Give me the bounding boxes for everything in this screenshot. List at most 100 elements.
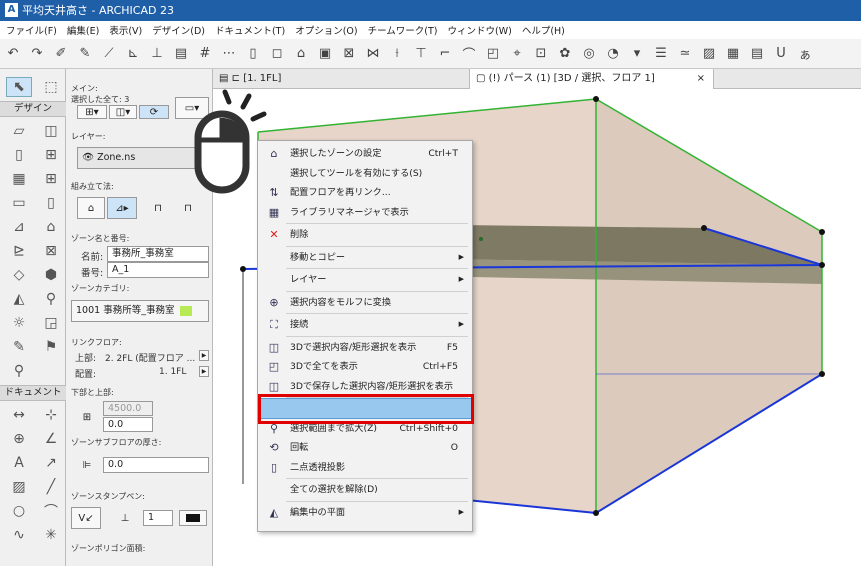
vertex-point[interactable] <box>593 96 599 102</box>
cursor-snap-icon[interactable]: ◻ <box>268 45 286 63</box>
label-tool-icon[interactable]: ↗ <box>38 453 64 473</box>
favorites-icon[interactable]: ☰ <box>652 45 670 63</box>
stamp-pen-field[interactable]: 1 <box>143 510 173 526</box>
toolbox-document-header[interactable]: ドキュメント <box>0 385 66 401</box>
grid-icon[interactable]: # <box>196 45 214 63</box>
menu-item[interactable]: オプション(O) <box>295 23 357 37</box>
guide-icon[interactable]: ▯ <box>244 45 262 63</box>
fillet-icon[interactable]: ⌐ <box>436 45 454 63</box>
placement-value[interactable]: 1. 1FL <box>159 367 186 377</box>
toolbox-design-header[interactable]: デザイン <box>0 101 66 117</box>
context-menu-item[interactable]: ▯ 二点透視投影 <box>258 458 472 478</box>
top-link-arrow-icon[interactable]: ▶ <box>199 350 209 361</box>
3d-explore-icon[interactable]: ⊡ <box>532 45 550 63</box>
zone-settings-button[interactable]: ⟳ <box>139 105 169 119</box>
context-menu-item[interactable]: ◰ 3Dで全てを表示 Ctrl+F5 <box>258 357 472 377</box>
top-link-value[interactable]: 2. 2FL (配置フロア ... <box>105 351 195 364</box>
mesh-tool-icon[interactable]: ◇ <box>6 265 32 285</box>
hotspot-tool-icon[interactable]: ✳ <box>38 525 64 545</box>
flag-tool-icon[interactable]: ⚑ <box>38 337 64 357</box>
roof-tool-icon[interactable]: ⌂ <box>38 217 64 237</box>
subfloor-field[interactable]: 0.0 <box>103 457 209 473</box>
menu-item[interactable]: チームワーク(T) <box>368 23 438 37</box>
zone-tool-icon[interactable]: ⬢ <box>38 265 64 285</box>
context-menu-item[interactable]: ⊕ 選択内容をモルフに変換 <box>258 293 472 313</box>
radial-dimension-tool-icon[interactable]: ⊕ <box>6 429 32 449</box>
vertex-point[interactable] <box>593 510 599 516</box>
context-menu-item[interactable]: 移動とコピー ▶ <box>258 248 472 268</box>
door-tool-icon[interactable]: ◫ <box>38 121 64 141</box>
window-tool-icon[interactable]: ⊞ <box>38 145 64 165</box>
stair-tool-icon[interactable]: ⊞ <box>38 169 64 189</box>
underline-icon[interactable]: U <box>772 45 790 63</box>
adjust-icon[interactable]: ⊤ <box>412 45 430 63</box>
railing-tool-icon[interactable]: ⚲ <box>38 289 64 309</box>
menu-item[interactable]: ドキュメント(T) <box>215 23 285 37</box>
layer-icon[interactable]: ▤ <box>172 45 190 63</box>
context-menu-item[interactable]: 選択してツールを有効にする(S) <box>258 164 472 184</box>
pin-tool-icon[interactable]: ⚲ <box>6 361 32 381</box>
menu-item[interactable]: ウィンドウ(W) <box>448 23 512 37</box>
pen-color-swatch[interactable] <box>179 510 207 526</box>
morph-tool-icon[interactable]: ◭ <box>6 289 32 309</box>
menu-item[interactable]: デザイン(D) <box>152 23 205 37</box>
menu-item[interactable]: ヘルプ(H) <box>522 23 565 37</box>
pick-up-icon[interactable]: ✐ <box>52 45 70 63</box>
selection-icon[interactable]: ⌖ <box>508 45 526 63</box>
fill-icon[interactable]: ▨ <box>700 45 718 63</box>
context-menu-item[interactable]: ✕ 削除 <box>258 225 472 245</box>
zone-offset-field[interactable]: 0.0 <box>103 417 153 432</box>
skylight-tool-icon[interactable]: ⊠ <box>38 241 64 261</box>
column-tool-icon[interactable]: ▯ <box>6 145 32 165</box>
context-menu-item[interactable]: ▦ ライブラリマネージャで表示 <box>258 203 472 223</box>
shell-tool-icon[interactable]: ⊵ <box>6 241 32 261</box>
level-dimension-tool-icon[interactable]: ⊹ <box>38 405 64 425</box>
line-type-icon[interactable]: ⊾ <box>124 45 142 63</box>
offset-icon[interactable]: ⋈ <box>364 45 382 63</box>
text-icon[interactable]: ぁ <box>796 45 814 63</box>
angle-dimension-tool-icon[interactable]: ∠ <box>38 429 64 449</box>
context-menu-item[interactable]: ⛶ 接続 ▶ <box>258 315 472 335</box>
rectangle-method-icon[interactable]: ⊿▸ <box>107 197 137 219</box>
merge-icon[interactable]: ◰ <box>484 45 502 63</box>
object-tool-icon[interactable]: ▯ <box>38 193 64 213</box>
view-mode-button[interactable]: ◫▾ <box>109 105 137 119</box>
menu-item[interactable]: 表示(V) <box>109 23 142 37</box>
geometry-method-icon-b[interactable]: ⊓ <box>177 197 199 219</box>
fill-tool-icon[interactable]: ▨ <box>6 477 32 497</box>
markup-icon[interactable]: ▾ <box>628 45 646 63</box>
close-tab-icon[interactable]: × <box>697 69 705 89</box>
context-menu-item[interactable]: レイヤー ▶ <box>258 270 472 290</box>
lamp-tool-icon[interactable]: ☼ <box>6 313 32 333</box>
vertex-point[interactable] <box>819 371 825 377</box>
text-tool-icon[interactable]: A <box>6 453 32 473</box>
context-menu-item[interactable]: ⇅ 配置フロアを再リンク... <box>258 183 472 203</box>
geometry-method-icon-a[interactable]: ⊓ <box>147 197 169 219</box>
context-menu-item[interactable]: ⌂ 選択したゾーンの設定 Ctrl+T <box>258 144 472 164</box>
vertex-point[interactable] <box>701 225 707 231</box>
manual-method-icon[interactable]: ⌂ <box>77 197 105 219</box>
stamp-style-button[interactable]: V↙ <box>71 507 101 529</box>
menu-item[interactable]: ファイル(F) <box>6 23 57 37</box>
floor-icon[interactable]: ⌂ <box>292 45 310 63</box>
zone-number-field[interactable]: A_1 <box>107 262 209 278</box>
building-materials-icon[interactable]: ▦ <box>724 45 742 63</box>
inject-icon[interactable]: ✎ <box>76 45 94 63</box>
menu-item[interactable]: 編集(E) <box>67 23 99 37</box>
snap-icon[interactable]: ⋯ <box>220 45 238 63</box>
render-icon[interactable]: ✿ <box>556 45 574 63</box>
eyedropper-icon[interactable]: ⟋ <box>100 45 118 63</box>
wall-tool-icon[interactable]: ▱ <box>6 121 32 141</box>
polyline-tool-icon[interactable]: ⌒ <box>38 501 64 521</box>
slab-tool-icon[interactable]: ⊿ <box>6 217 32 237</box>
suspend-group-icon[interactable]: ▣ <box>316 45 334 63</box>
marquee-tool-icon[interactable]: ⬚ <box>38 77 64 97</box>
zone-category-select[interactable]: 1001 事務所等_事務室 <box>71 300 209 322</box>
vertex-point[interactable] <box>240 266 246 272</box>
perspective-icon[interactable]: ◔ <box>604 45 622 63</box>
vertex-point[interactable] <box>819 262 825 268</box>
placement-arrow-icon[interactable]: ▶ <box>199 366 209 377</box>
context-menu-item[interactable]: ◫ 3Dで選択内容/矩形選択を表示 F5 <box>258 338 472 358</box>
circle-tool-icon[interactable]: ○ <box>6 501 32 521</box>
camera-icon[interactable]: ◎ <box>580 45 598 63</box>
